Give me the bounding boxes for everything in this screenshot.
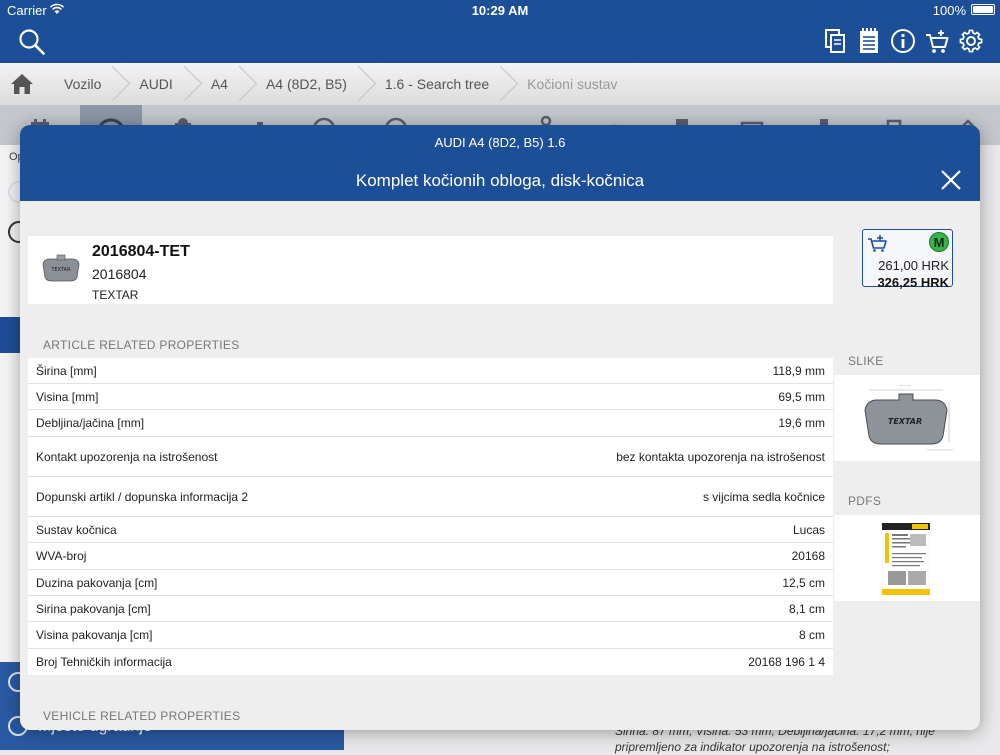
property-value: 118,9 mm	[772, 363, 825, 378]
property-value: 69,5 mm	[778, 389, 825, 404]
property-value: Lucas	[792, 522, 825, 537]
info-icon[interactable]	[890, 27, 916, 55]
modal-header: AUDI A4 (8D2, B5) 1.6 Komplet kočionih o…	[20, 125, 980, 201]
vehicle-properties-heading: VEHICLE RELATED PROPERTIES	[43, 709, 241, 723]
pad-brand-stamp: TEXTAR	[888, 417, 922, 426]
property-label: Duzina pakovanja [cm]	[36, 575, 158, 590]
breadcrumb-item-a4-8d2-b5[interactable]: A4 (8D2, B5)	[246, 63, 365, 105]
breadcrumb-item-search-tree[interactable]: 1.6 - Search tree	[365, 63, 507, 105]
breadcrumb-item-audi[interactable]: AUDI	[119, 63, 190, 105]
app-bar: Carrier 10:29 AM 100%	[0, 0, 1000, 63]
property-value: 20168 196 1 4	[748, 655, 825, 669]
price-net: 261,00 HRK	[878, 258, 949, 273]
breadcrumb-item-vozilo[interactable]: Vozilo	[44, 63, 119, 105]
property-value: 19,6 mm	[778, 416, 825, 430]
property-label: Sustav kočnica	[36, 522, 117, 537]
breadcrumb-home[interactable]	[0, 63, 44, 105]
property-row: WVA-broj 20168	[28, 543, 833, 570]
property-row: Visina pakovanja [cm] 8 cm	[28, 622, 833, 649]
property-label: Sirina pakovanja [cm]	[36, 601, 151, 616]
list-selected-band	[0, 317, 22, 353]
article-brand: TEXTAR	[92, 288, 139, 302]
property-row: Broj Tehničkih informacija 20168 196 1 4	[28, 649, 833, 675]
article-number: 2016804	[92, 266, 147, 282]
search-icon[interactable]	[18, 28, 46, 56]
property-row: Dopunski artikl / dopunska informacija 2…	[28, 477, 833, 517]
breadcrumb-item-a4[interactable]: A4	[191, 63, 246, 105]
property-row: Debljina/jačina [mm] 19,6 mm	[28, 410, 833, 437]
price-gross: 326,25 HRK	[877, 275, 949, 290]
property-label: Dopunski artikl / dopunska informacija 2	[36, 489, 249, 504]
images-heading: SLIKE	[848, 354, 884, 368]
clock: 10:29 AM	[471, 3, 529, 18]
drawing-dimension-text: — · —	[899, 383, 911, 388]
article-code: 2016804-TET	[92, 243, 190, 260]
toolbar-icons	[822, 27, 984, 55]
property-value: 20168	[791, 549, 825, 563]
property-value: s vijcima sedla kočnice	[702, 489, 825, 504]
property-row: Širina [mm] 118,9 mm	[28, 358, 833, 384]
image-gallery: — · — TEXTAR	[834, 375, 980, 461]
property-value: 12,5 cm	[782, 575, 825, 590]
article-properties-table: Širina [mm] 118,9 mm Visina [mm] 69,5 mm D…	[28, 358, 833, 675]
modal-title: Komplet kočionih obloga, disk-kočnica	[355, 171, 645, 190]
cart-icon[interactable]	[924, 27, 950, 55]
pad-brand-stamp: TEXTAR	[50, 267, 71, 273]
pdf-document-thumbnail[interactable]	[882, 523, 930, 595]
property-row: Duzina pakovanja [cm] 12,5 cm	[28, 570, 833, 596]
property-label: Širina [mm]	[36, 363, 97, 378]
home-icon	[11, 74, 33, 94]
property-label: Broj Tehničkih informacija	[36, 655, 172, 669]
add-to-cart-price-button[interactable]: M 261,00 HRK 326,25 HRK	[862, 229, 953, 290]
battery-percent: 100%	[932, 3, 966, 18]
breadcrumb-item-kocioni-sustav: Kočioni sustav	[527, 76, 618, 92]
property-label: Kontakt upozorenja na istrošenost	[36, 449, 218, 464]
property-row: Sustav kočnica Lucas	[28, 517, 833, 543]
availability-badge: M	[929, 232, 949, 252]
status-bar: Carrier 10:29 AM 100%	[0, 0, 1000, 22]
property-label: Debljina/jačina [mm]	[36, 416, 145, 430]
settings-icon[interactable]	[958, 27, 984, 55]
documents-icon[interactable]	[822, 27, 848, 55]
article-properties-heading: ARTICLE RELATED PROPERTIES	[43, 338, 240, 352]
property-value: bez kontakta upozorenja na istrošenost	[616, 449, 825, 464]
brake-pad-thumbnail: TEXTAR	[42, 254, 80, 282]
notepad-icon[interactable]	[856, 27, 882, 55]
modal-vehicle-label: AUDI A4 (8D2, B5) 1.6	[434, 135, 566, 150]
property-label: Visina [mm]	[36, 389, 99, 404]
brake-pad-image[interactable]: — · — TEXTAR	[857, 380, 957, 456]
property-value: 8 cm	[798, 628, 825, 642]
background-list-panel: Op Mjesto ugradnje	[0, 145, 344, 750]
pdfs-heading: PDFS	[848, 494, 882, 508]
property-value: 8,1 cm	[788, 601, 825, 616]
property-row: Kontakt upozorenja na istrošenost bez kon…	[28, 437, 833, 477]
close-icon[interactable]	[940, 169, 962, 191]
breadcrumb: Vozilo AUDI A4 A4 (8D2, B5) 1.6 - Search…	[0, 63, 1000, 106]
battery-icon	[971, 4, 995, 15]
property-row: Sirina pakovanja [cm] 8,1 cm	[28, 596, 833, 622]
article-detail-modal: AUDI A4 (8D2, B5) 1.6 Komplet kočionih o…	[20, 125, 980, 730]
property-row: Visina [mm] 69,5 mm	[28, 384, 833, 410]
property-label: Visina pakovanja [cm]	[36, 628, 153, 642]
article-card[interactable]: TEXTAR 2016804-TET 2016804 TEXTAR	[28, 236, 833, 304]
property-label: WVA-broj	[36, 549, 87, 563]
cart-add-icon	[868, 235, 887, 252]
